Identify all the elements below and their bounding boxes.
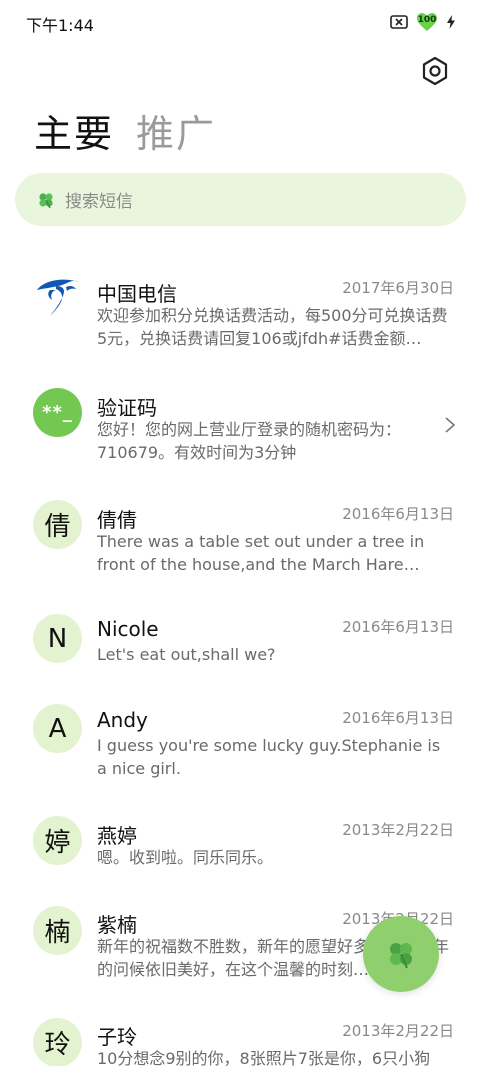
status-bar: 下午1:44 100 [0, 0, 480, 44]
avatar: 倩 [33, 500, 82, 549]
conversation-preview: I guess you're some lucky guy.Stephanie … [97, 736, 441, 778]
conversation-name: 中国电信 [97, 282, 177, 306]
conversation-name: Andy [97, 708, 148, 732]
conversation-preview: There was a table set out under a tree i… [97, 532, 425, 574]
conversation-item[interactable]: A Andy 2016年6月13日 I guess you're some lu… [0, 680, 480, 790]
conversation-name: 验证码 [97, 396, 157, 420]
conversation-item[interactable]: 倩 倩倩 2016年6月13日 There was a table set ou… [0, 476, 480, 588]
conversation-name: 子玲 [97, 1025, 137, 1049]
compose-fab-button[interactable] [363, 916, 439, 992]
conversation-date: 2016年6月13日 [342, 505, 454, 523]
conversation-item[interactable]: 婷 燕婷 2013年2月22日 嗯。收到啦。同乐同乐。 [0, 792, 480, 882]
clover-icon [390, 943, 412, 969]
conversation-name: 燕婷 [97, 824, 137, 848]
avatar [33, 272, 82, 321]
battery-icon: 100 [416, 11, 438, 33]
tab-primary[interactable]: 主要 [34, 110, 114, 158]
conversation-item[interactable]: N Nicole 2016年6月13日 Let's eat out,shall … [0, 589, 480, 679]
search-placeholder: 搜索短信 [65, 192, 133, 212]
avatar: 玲 [33, 1018, 82, 1066]
avatar: 楠 [33, 906, 82, 955]
conversation-preview: 嗯。收到啦。同乐同乐。 [97, 848, 274, 867]
avatar: N [33, 614, 82, 663]
conversation-date: 2017年6月30日 [342, 279, 454, 297]
conversation-date: 2016年6月13日 [342, 709, 454, 727]
category-tabs: 主要 推广 [34, 110, 216, 158]
conversation-date: 2013年2月22日 [342, 821, 454, 839]
conversation-name: Nicole [97, 617, 159, 641]
conversation-item-verification-code[interactable]: **_ 验证码 您好！您的网上营业厅登录的随机密码为：710679。有效时间为3… [0, 364, 480, 474]
sim-no-signal-icon [390, 15, 408, 29]
charging-bolt-icon [447, 15, 455, 29]
conversation-item[interactable]: 玲 子玲 2013年2月22日 10分想念9别的你，8张照片7张是你，6只小狗 [0, 994, 480, 1066]
conversation-preview: Let's eat out,shall we? [97, 645, 276, 664]
status-icons: 100 [390, 11, 456, 33]
conversation-date: 2013年2月22日 [342, 1022, 454, 1040]
conversation-item-china-telecom[interactable]: 中国电信 2017年6月30日 欢迎参加积分兑换话费活动，每500分可兑换话费5… [0, 248, 480, 360]
search-input[interactable]: 搜索短信 [15, 173, 466, 226]
settings-hexagon-icon[interactable] [420, 56, 450, 86]
tab-promotion[interactable]: 推广 [136, 110, 216, 158]
conversation-preview: 欢迎参加积分兑换话费活动，每500分可兑换话费5元，兑换话费请回复106或jfd… [97, 306, 448, 348]
china-telecom-logo-icon [36, 279, 79, 316]
conversation-date: 2016年6月13日 [342, 618, 454, 636]
avatar: 婷 [33, 816, 82, 865]
conversation-name: 紫楠 [97, 913, 137, 937]
conversation-name: 倩倩 [97, 508, 137, 532]
messages-app: 下午1:44 100 主要 推广 搜索短信 中国电信 2017年6月30日 欢迎… [0, 0, 480, 1066]
avatar: A [33, 704, 82, 753]
conversation-preview: 您好！您的网上营业厅登录的随机密码为：710679。有效时间为3分钟 [97, 420, 402, 462]
avatar: **_ [33, 388, 82, 437]
clover-icon [39, 192, 53, 208]
status-time: 下午1:44 [26, 16, 94, 35]
chevron-right-icon[interactable] [444, 416, 456, 434]
battery-level: 100 [417, 15, 437, 25]
conversation-preview: 10分想念9别的你，8张照片7张是你，6只小狗 [97, 1049, 431, 1066]
